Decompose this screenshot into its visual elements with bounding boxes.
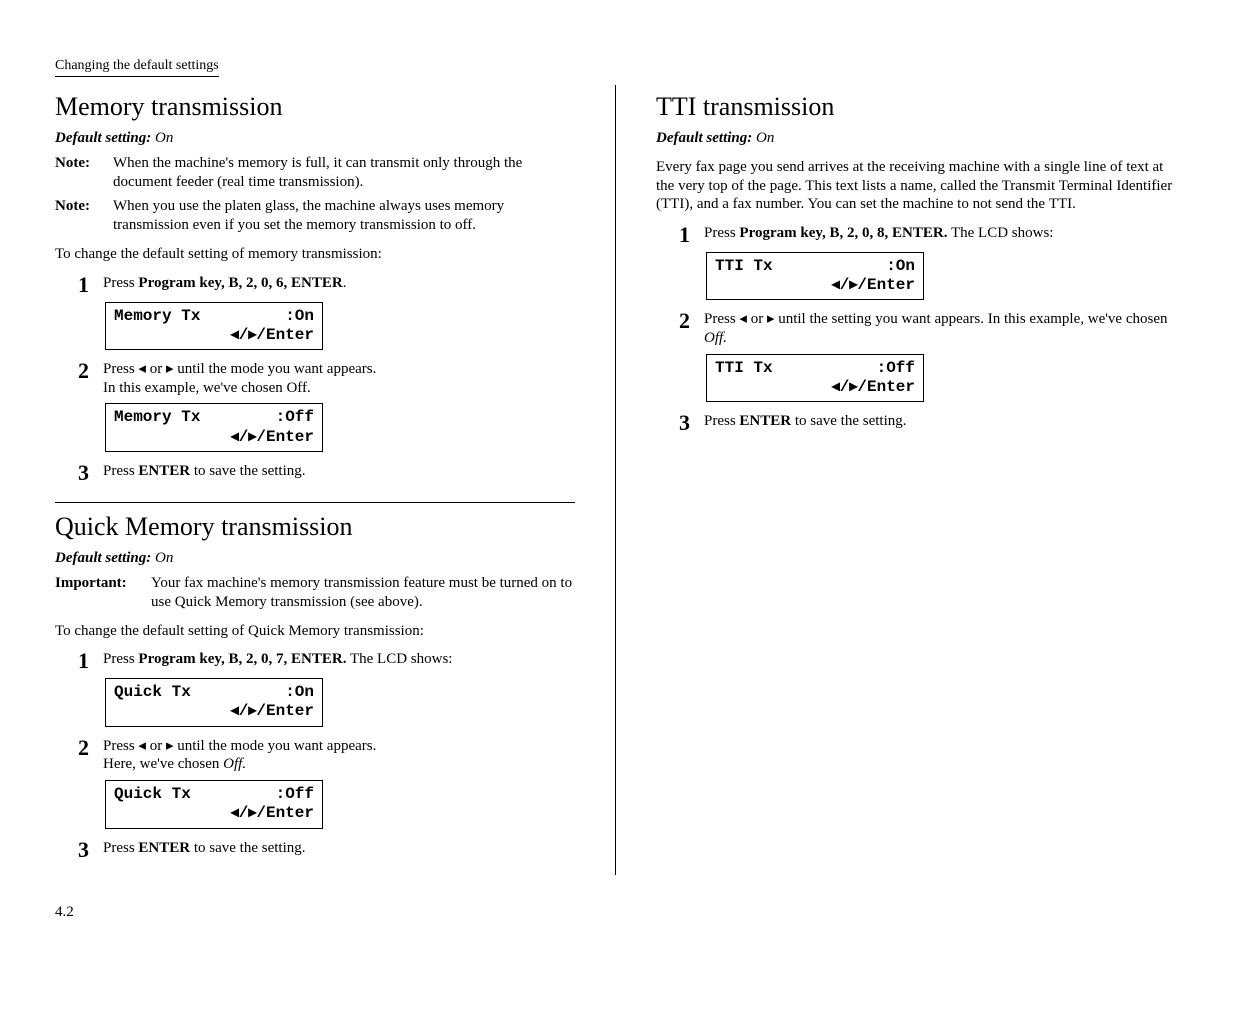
tti-step-2: 2 Press ◂ or ▸ until the setting you wan… [674, 310, 1176, 348]
page-number: 4.2 [55, 903, 74, 922]
right-column: TTI transmission Default setting: On Eve… [656, 85, 1176, 1009]
memory-step-1: 1 Press Program key, B, 2, 0, 6, ENTER. [73, 274, 575, 296]
lcd-memory-on: Memory Tx:On ◂/▸/Enter [105, 302, 323, 350]
lcd-quick-on: Quick Tx:On ◂/▸/Enter [105, 678, 323, 726]
default-setting-tti: Default setting: On [656, 129, 1176, 148]
heading-tti: TTI transmission [656, 91, 1176, 124]
tti-paragraph: Every fax page you send arrives at the r… [656, 158, 1176, 214]
intro-memory: To change the default setting of memory … [55, 245, 575, 264]
note-memory-2: Note: When you use the platen glass, the… [55, 197, 575, 235]
memory-step-3: 3 Press ENTER to save the setting. [73, 462, 575, 484]
default-setting-memory: Default setting: On [55, 129, 575, 148]
quick-step-2: 2 Press ◂ or ▸ until the mode you want a… [73, 737, 575, 775]
section-label: Changing the default settings [55, 57, 219, 77]
intro-quick: To change the default setting of Quick M… [55, 622, 575, 641]
left-column: Memory transmission Default setting: On … [55, 85, 575, 1009]
lcd-tti-off: TTI Tx:Off ◂/▸/Enter [706, 354, 924, 402]
lcd-tti-on: TTI Tx:On ◂/▸/Enter [706, 252, 924, 300]
memory-step-2: 2 Press ◂ or ▸ until the mode you want a… [73, 360, 575, 398]
important-quick: Important: Your fax machine's memory tra… [55, 574, 575, 612]
tti-step-3: 3 Press ENTER to save the setting. [674, 412, 1176, 434]
quick-step-3: 3 Press ENTER to save the setting. [73, 839, 575, 861]
heading-memory-transmission: Memory transmission [55, 91, 575, 124]
lcd-memory-off: Memory Tx:Off ◂/▸/Enter [105, 403, 323, 451]
divider [55, 502, 575, 503]
heading-quick-memory: Quick Memory transmission [55, 511, 575, 544]
quick-step-1: 1 Press Program key, B, 2, 0, 7, ENTER. … [73, 650, 575, 672]
tti-step-1: 1 Press Program key, B, 2, 0, 8, ENTER. … [674, 224, 1176, 246]
lcd-quick-off: Quick Tx:Off ◂/▸/Enter [105, 780, 323, 828]
default-setting-quick: Default setting: On [55, 549, 575, 568]
note-memory-1: Note: When the machine's memory is full,… [55, 154, 575, 192]
column-separator [615, 85, 616, 875]
